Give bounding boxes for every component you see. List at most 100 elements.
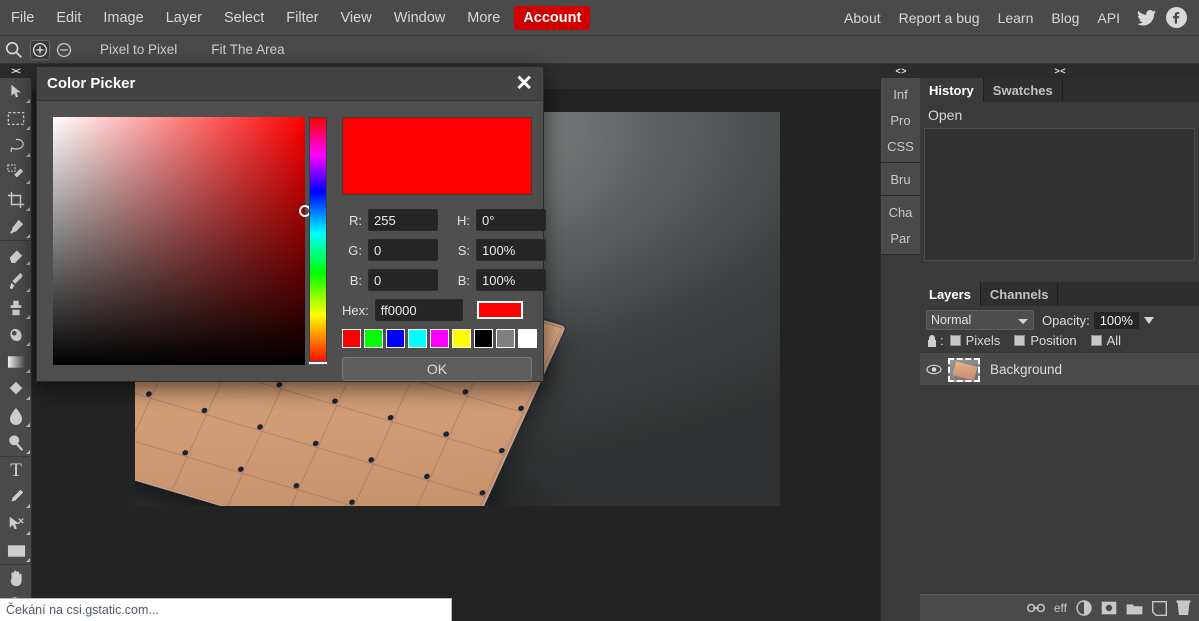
close-icon[interactable]: ✕ xyxy=(515,73,533,94)
adjustment-layer-icon[interactable] xyxy=(1076,600,1092,616)
vtab-character[interactable]: Cha xyxy=(881,199,920,225)
opacity-chevron-down-icon[interactable] xyxy=(1143,316,1154,324)
layer-name-label[interactable]: Background xyxy=(990,362,1062,377)
menu-edit[interactable]: Edit xyxy=(45,6,92,30)
hex-field[interactable]: ff0000 xyxy=(374,299,463,321)
table-row[interactable]: Background xyxy=(920,354,1199,386)
sharpen-tool[interactable] xyxy=(0,429,32,456)
new-group-icon[interactable] xyxy=(1126,602,1143,615)
hand-tool[interactable] xyxy=(0,564,32,591)
menu-blog[interactable]: Blog xyxy=(1042,6,1088,30)
rectangle-shape-tool[interactable] xyxy=(0,537,32,564)
eyedropper-tool[interactable] xyxy=(0,213,32,240)
menu-view[interactable]: View xyxy=(330,6,383,30)
lock-pixels-group[interactable]: Pixels xyxy=(949,333,1000,348)
lock-all-checkbox[interactable] xyxy=(1090,335,1102,346)
swatch-gray[interactable] xyxy=(496,329,515,348)
menu-report-a-bug[interactable]: Report a bug xyxy=(890,6,989,30)
history-item-open[interactable]: Open xyxy=(920,104,1199,126)
swatch-green[interactable] xyxy=(364,329,383,348)
lock-position-group[interactable]: Position xyxy=(1014,333,1077,348)
hex-color-swatch[interactable] xyxy=(476,301,523,319)
toolbar-grip[interactable]: >< xyxy=(0,64,31,78)
path-selection-tool[interactable] xyxy=(0,510,32,537)
vtab-paragraph[interactable]: Par xyxy=(881,225,920,251)
layer-list[interactable]: Background xyxy=(920,353,1199,589)
vtab-css[interactable]: CSS xyxy=(881,133,920,159)
saturation-field[interactable]: 100% xyxy=(476,239,546,261)
type-tool[interactable]: T xyxy=(0,456,32,483)
menu-more[interactable]: More xyxy=(456,6,511,30)
tab-channels[interactable]: Channels xyxy=(981,282,1059,306)
vtab-properties[interactable]: Pro xyxy=(881,107,920,133)
swatch-red[interactable] xyxy=(342,329,361,348)
zoom-out-button[interactable] xyxy=(54,40,74,60)
blend-mode-select[interactable]: Normal xyxy=(926,310,1034,330)
menu-image[interactable]: Image xyxy=(92,6,154,30)
tab-history[interactable]: History xyxy=(920,78,984,102)
dodge-tool[interactable] xyxy=(0,321,32,348)
history-list[interactable] xyxy=(924,128,1195,261)
paint-bucket-tool[interactable] xyxy=(0,375,32,402)
ok-button[interactable]: OK xyxy=(342,357,532,381)
vstrip-grip[interactable]: < > xyxy=(881,64,920,78)
hue-slider[interactable] xyxy=(309,117,327,365)
swatch-cyan[interactable] xyxy=(408,329,427,348)
green-field[interactable]: 0 xyxy=(368,239,438,261)
stamp-tool[interactable] xyxy=(0,294,32,321)
effects-icon[interactable]: eff xyxy=(1054,601,1067,615)
swatch-yellow[interactable] xyxy=(452,329,471,348)
hue-slider-handle[interactable] xyxy=(308,361,328,365)
magic-wand-tool[interactable] xyxy=(0,159,32,186)
saturation-value-area[interactable] xyxy=(53,117,305,365)
rectangular-marquee-tool[interactable] xyxy=(0,105,32,132)
color-picker-dialog[interactable]: Color Picker ✕ R: 255 H: 0° G: 0 S: 100%… xyxy=(36,66,546,382)
delete-layer-icon[interactable] xyxy=(1176,600,1191,616)
lock-position-checkbox[interactable] xyxy=(1014,335,1026,346)
hue-field[interactable]: 0° xyxy=(476,209,546,231)
menu-account[interactable]: Account xyxy=(514,5,591,30)
lasso-tool[interactable] xyxy=(0,132,32,159)
layer-thumbnail[interactable] xyxy=(948,357,980,382)
menu-learn[interactable]: Learn xyxy=(989,6,1043,30)
facebook-icon[interactable] xyxy=(1163,5,1189,31)
layer-mask-icon[interactable] xyxy=(1101,601,1117,615)
tab-swatches[interactable]: Swatches xyxy=(984,78,1063,102)
twitter-icon[interactable] xyxy=(1133,5,1159,31)
fit-the-area-button[interactable]: Fit The Area xyxy=(201,40,294,59)
eraser-tool[interactable] xyxy=(0,240,32,267)
new-layer-icon[interactable] xyxy=(1152,600,1167,616)
menu-api[interactable]: API xyxy=(1088,6,1129,30)
swatch-black[interactable] xyxy=(474,329,493,348)
eye-icon[interactable] xyxy=(920,364,948,375)
menu-select[interactable]: Select xyxy=(213,6,275,30)
zoom-in-button[interactable] xyxy=(30,39,50,60)
brush-tool[interactable] xyxy=(0,267,32,294)
swatch-white[interactable] xyxy=(518,329,537,348)
pen-tool[interactable] xyxy=(0,483,32,510)
tab-layers[interactable]: Layers xyxy=(920,282,981,306)
move-tool[interactable] xyxy=(0,78,32,105)
red-field[interactable]: 255 xyxy=(368,209,438,231)
blur-tool[interactable] xyxy=(0,402,32,429)
vtab-brushes[interactable]: Bru xyxy=(881,166,920,192)
menu-filter[interactable]: Filter xyxy=(275,6,329,30)
link-layers-icon[interactable] xyxy=(1026,602,1045,614)
swatch-magenta[interactable] xyxy=(430,329,449,348)
opacity-input[interactable]: 100% xyxy=(1093,311,1139,329)
lock-pixels-checkbox[interactable] xyxy=(949,335,961,346)
menu-about[interactable]: About xyxy=(835,6,890,30)
pixel-to-pixel-button[interactable]: Pixel to Pixel xyxy=(90,40,187,59)
dialog-title-bar[interactable]: Color Picker ✕ xyxy=(37,67,543,101)
right-panel-grip[interactable]: > < xyxy=(920,64,1199,78)
menu-file[interactable]: File xyxy=(0,6,45,30)
vtab-info[interactable]: Inf xyxy=(881,81,920,107)
brightness-field[interactable]: 100% xyxy=(476,269,546,291)
menu-window[interactable]: Window xyxy=(383,6,457,30)
swatch-blue[interactable] xyxy=(386,329,405,348)
lock-all-group[interactable]: All xyxy=(1090,333,1121,348)
blue-field[interactable]: 0 xyxy=(368,269,438,291)
crop-tool[interactable] xyxy=(0,186,32,213)
gradient-tool[interactable] xyxy=(0,348,32,375)
menu-layer[interactable]: Layer xyxy=(155,6,213,30)
